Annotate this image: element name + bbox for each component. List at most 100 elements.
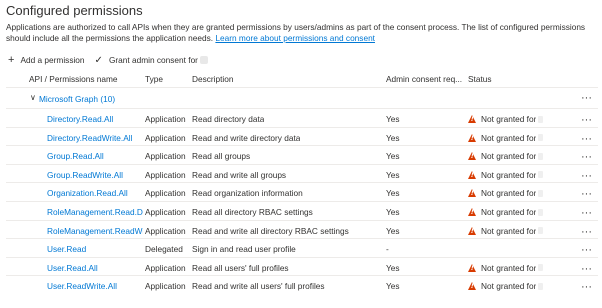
chevron-down-icon[interactable]: ∨ (30, 93, 36, 102)
permission-name-link[interactable]: Group.Read.All (47, 151, 143, 161)
table-row: User.Read.All Application Read all users' … (6, 256, 598, 276)
more-icon[interactable]: ··· (581, 92, 592, 104)
more-icon[interactable]: ··· (581, 281, 592, 293)
permission-name-link[interactable]: RoleManagement.ReadWrite.D (47, 226, 143, 236)
table-row: Organization.Read.All Application Read org… (6, 182, 598, 201)
permission-description: Sign in and read user profile (192, 244, 296, 255)
admin-consent-required: Yes (386, 132, 400, 143)
api-group-label[interactable]: Microsoft Graph (10) (39, 94, 115, 104)
add-permission-label: Add a permission (20, 55, 85, 65)
permission-description: Read and write directory data (192, 132, 301, 143)
permission-description: Read all users' full profiles (192, 262, 289, 273)
more-icon[interactable]: ··· (581, 207, 592, 219)
warning-icon (468, 282, 476, 291)
permission-name-link[interactable]: Group.ReadWrite.All (47, 170, 143, 180)
warning-icon (468, 226, 476, 235)
more-icon[interactable]: ··· (581, 188, 592, 200)
status-cell: Not granted for (468, 151, 544, 162)
permission-name-link[interactable]: User.Read.All (47, 263, 143, 273)
permission-type: Application (145, 188, 186, 199)
column-header-status[interactable]: Status (468, 74, 492, 84)
column-header-admin-consent[interactable]: Admin consent req... (386, 74, 462, 84)
table-row: Directory.Read.All Application Read direct… (6, 108, 598, 127)
permission-type: Application (145, 262, 186, 273)
table-row: Group.ReadWrite.All Application Read and w… (6, 163, 598, 183)
status-cell: Not granted for (468, 263, 544, 273)
status-text: Not granted for (481, 281, 537, 292)
permission-type: Application (145, 225, 186, 236)
permission-name-link[interactable]: Organization.Read.All (47, 188, 143, 198)
redacted-tenant (199, 56, 208, 64)
permission-type: Application (145, 114, 186, 124)
more-icon[interactable]: ··· (581, 151, 592, 163)
permission-type: Application (145, 207, 186, 217)
permission-name-link[interactable]: Directory.Read.All (47, 114, 143, 124)
redacted-tenant (538, 134, 544, 142)
table-row: Directory.ReadWrite.All Application Read a… (6, 126, 598, 146)
status-cell: Not granted for (468, 169, 544, 180)
status-cell: Not granted for (468, 207, 544, 217)
redacted-tenant (538, 264, 544, 272)
admin-consent-required: Yes (386, 281, 400, 292)
admin-consent-required: Yes (386, 151, 400, 162)
warning-icon (468, 263, 476, 272)
more-icon[interactable]: ··· (581, 133, 592, 145)
grant-admin-consent-label: Grant admin consent for (108, 55, 198, 65)
permission-name-link[interactable]: Directory.ReadWrite.All (47, 133, 143, 143)
column-header-type[interactable]: Type (145, 74, 163, 84)
grant-admin-consent-button[interactable]: ✓ Grant admin consent for (95, 55, 208, 66)
permission-type: Delegated (145, 244, 183, 255)
permission-description: Read all groups (192, 151, 251, 162)
api-group-microsoft-graph[interactable]: ∨ Microsoft Graph (10) ··· (6, 90, 598, 107)
redacted-tenant (538, 227, 544, 235)
permission-name-link[interactable]: User.ReadWrite.All (47, 281, 143, 291)
column-header-description[interactable]: Description (192, 74, 234, 84)
status-text: Not granted for (481, 169, 537, 180)
more-icon[interactable]: ··· (581, 226, 592, 238)
status-cell: Not granted for (468, 132, 544, 143)
status-text: Not granted for (481, 132, 537, 143)
table-row: User.Read Delegated Sign in and read user … (6, 238, 598, 257)
more-icon[interactable]: ··· (581, 170, 592, 182)
admin-consent-required: - (386, 244, 389, 255)
admin-consent-required: Yes (386, 262, 400, 273)
column-header-name[interactable]: API / Permissions name (29, 74, 118, 84)
permission-description: Read directory data (192, 114, 265, 124)
more-icon[interactable]: ··· (581, 114, 592, 126)
table-row: User.ReadWrite.All Application Read and wr… (6, 275, 598, 294)
status-cell: Not granted for (468, 114, 544, 124)
status-text: Not granted for (481, 207, 537, 217)
toolbar: + Add a permission ✓ Grant admin consent… (8, 53, 218, 67)
permission-description: Read organization information (192, 188, 303, 199)
plus-icon: + (8, 53, 15, 66)
admin-consent-required: Yes (386, 114, 400, 124)
permission-description: Read all directory RBAC settings (192, 207, 313, 217)
permission-description: Read and write all users' full profiles (192, 281, 325, 292)
page-title: Configured permissions (6, 3, 143, 18)
warning-icon (468, 189, 476, 198)
status-cell: Not granted for (468, 281, 544, 292)
status-text: Not granted for (481, 188, 537, 199)
admin-consent-required: Yes (386, 169, 400, 180)
more-icon[interactable]: ··· (581, 244, 592, 256)
redacted-tenant (538, 115, 544, 123)
status-text: Not granted for (481, 114, 537, 124)
permission-name-link[interactable]: RoleManagement.Read.Directo (47, 207, 143, 217)
table-row: RoleManagement.ReadWrite.DApplication Rea… (6, 219, 598, 239)
header-divider (6, 87, 598, 88)
learn-more-link[interactable]: Learn more about permissions and consent (215, 33, 375, 43)
permission-name-link[interactable]: User.Read (47, 244, 143, 254)
add-permission-button[interactable]: + Add a permission (8, 53, 85, 66)
status-cell: Not granted for (468, 226, 544, 236)
warning-icon (468, 133, 476, 142)
more-icon[interactable]: ··· (581, 263, 592, 275)
admin-consent-required: Yes (386, 207, 400, 217)
warning-icon (468, 115, 476, 123)
redacted-tenant (538, 189, 544, 197)
status-text: Not granted for (481, 151, 537, 162)
redacted-tenant (538, 282, 544, 290)
warning-icon (468, 208, 476, 216)
redacted-tenant (538, 152, 544, 160)
warning-icon (468, 170, 476, 179)
permission-type: Application (145, 281, 186, 292)
